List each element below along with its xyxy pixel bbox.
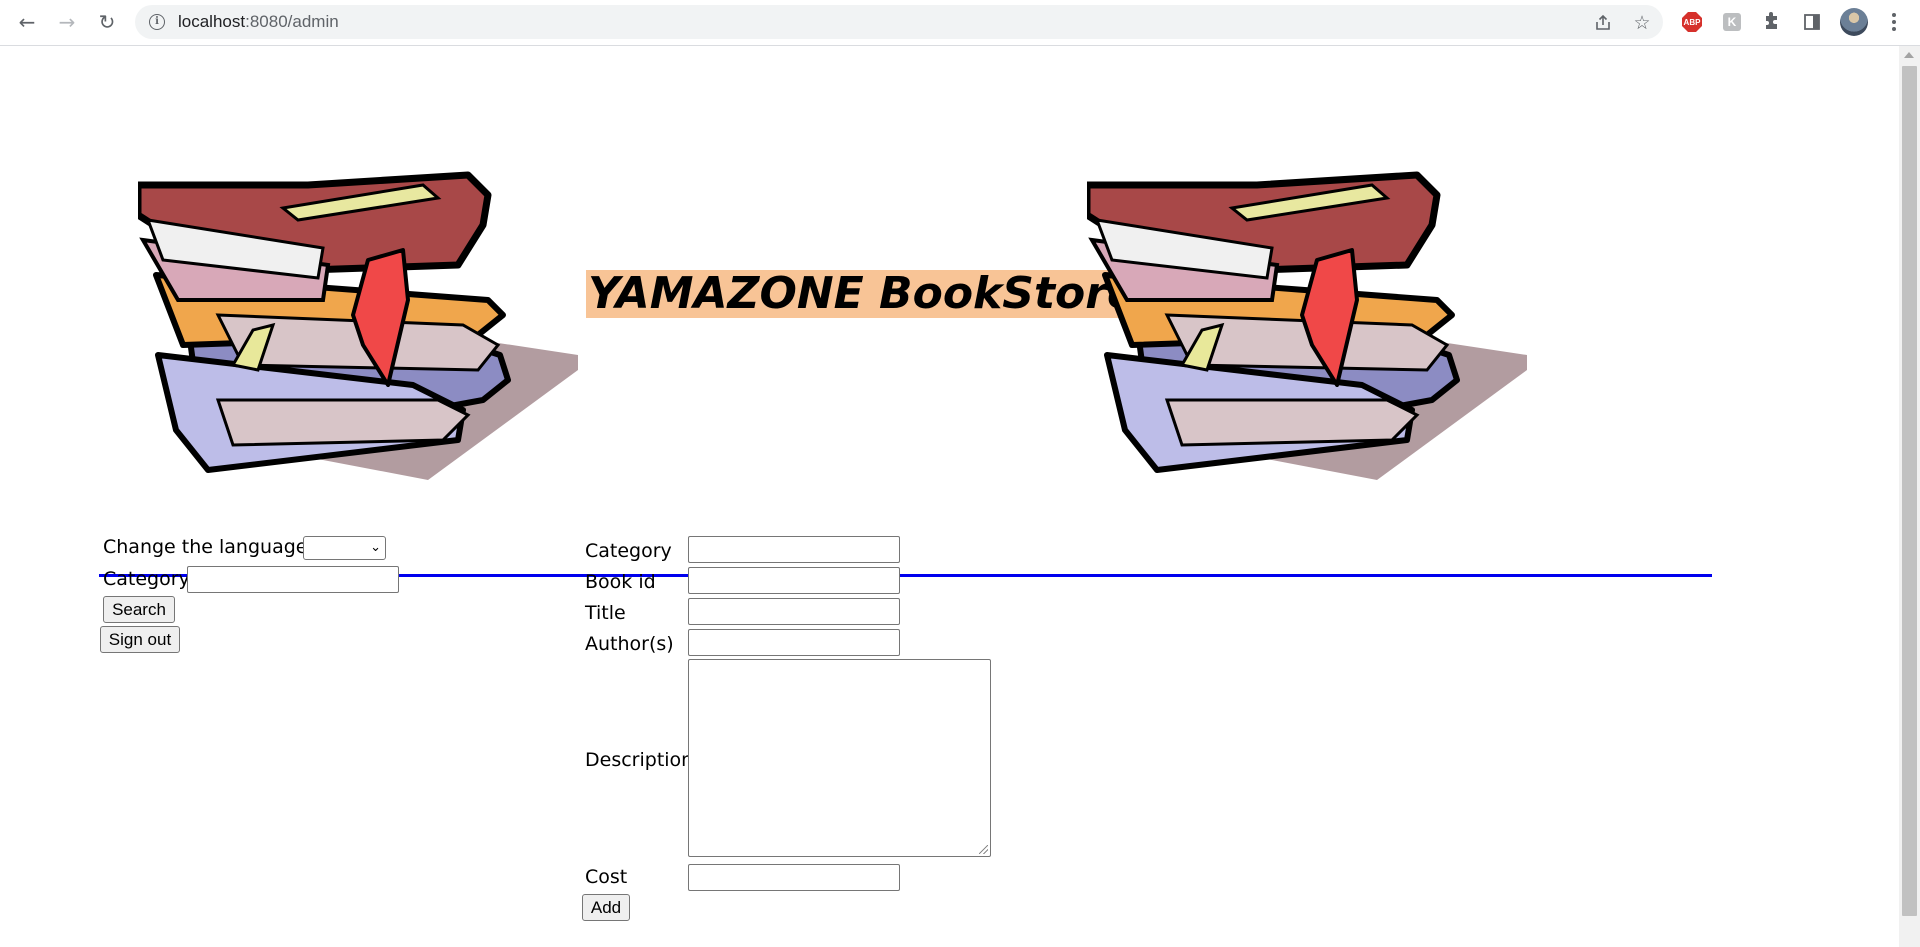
book-id-label: Book id <box>585 571 656 593</box>
sidebar-category-input[interactable] <box>187 566 399 593</box>
scroll-thumb[interactable] <box>1902 66 1917 916</box>
description-label: Description <box>585 749 694 771</box>
k-extension-icon[interactable]: K <box>1720 10 1744 34</box>
reload-icon[interactable]: ↻ <box>92 7 122 37</box>
sidebar-category-label: Category <box>103 568 190 590</box>
authors-input[interactable] <box>688 629 900 656</box>
puzzle-extensions-icon[interactable] <box>1760 10 1784 34</box>
books-stack-image-right <box>1087 171 1527 480</box>
authors-label: Author(s) <box>585 633 674 655</box>
form-category-label: Category <box>585 540 672 562</box>
back-arrow-icon[interactable]: ← <box>12 7 42 37</box>
url-text[interactable]: localhost:8080/admin <box>178 12 339 32</box>
store-title: YAMAZONE BookStore <box>586 268 1139 319</box>
bookmark-star-icon[interactable]: ☆ <box>1630 12 1654 34</box>
site-info-icon[interactable]: i <box>149 14 165 30</box>
cost-label: Cost <box>585 866 628 888</box>
address-bar[interactable]: i localhost:8080/admin ☆ <box>135 5 1663 39</box>
form-category-input[interactable] <box>688 536 900 563</box>
language-select[interactable]: ⌄ <box>303 536 386 560</box>
profile-avatar[interactable] <box>1840 8 1868 36</box>
page-content: YAMAZONE BookStore Change the language: … <box>0 46 1899 947</box>
language-label: Change the language: <box>103 536 314 558</box>
description-textarea[interactable] <box>688 659 991 857</box>
search-button[interactable]: Search <box>103 596 175 623</box>
book-id-input[interactable] <box>688 567 900 594</box>
browser-toolbar: ← → ↻ i localhost:8080/admin ☆ ABP K <box>0 0 1920 46</box>
add-button[interactable]: Add <box>582 894 630 921</box>
books-stack-image-left <box>138 171 578 480</box>
chevron-down-icon: ⌄ <box>370 540 381 555</box>
vertical-scrollbar[interactable] <box>1899 46 1920 947</box>
menu-kebab-icon[interactable] <box>1884 8 1904 36</box>
resize-grip-icon[interactable] <box>979 845 988 854</box>
scroll-up-arrow-icon[interactable] <box>1904 52 1914 58</box>
side-panel-icon[interactable] <box>1800 10 1824 34</box>
title-input[interactable] <box>688 598 900 625</box>
share-icon[interactable] <box>1591 12 1615 34</box>
cost-input[interactable] <box>688 864 900 891</box>
sign-out-button[interactable]: Sign out <box>100 626 180 653</box>
forward-arrow-icon[interactable]: → <box>52 7 82 37</box>
adblock-extension-icon[interactable]: ABP <box>1680 10 1704 34</box>
title-label: Title <box>585 602 626 624</box>
